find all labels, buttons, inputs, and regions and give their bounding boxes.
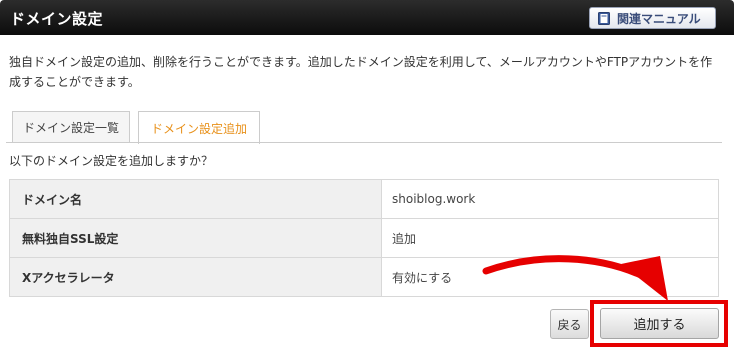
- row-value: shoiblog.work: [381, 179, 719, 219]
- row-key: Xアクセラレータ: [9, 257, 382, 297]
- row-key: ドメイン名: [9, 179, 382, 219]
- row-value: 有効にする: [381, 257, 719, 297]
- table-row: Xアクセラレータ 有効にする: [9, 257, 719, 297]
- add-button[interactable]: 追加する: [600, 308, 719, 339]
- page-header: ドメイン設定 関連マニュアル: [0, 0, 734, 35]
- tab-domain-add[interactable]: ドメイン設定追加: [138, 111, 260, 144]
- row-key: 無料独自SSL設定: [9, 218, 382, 258]
- related-manual-label: 関連マニュアル: [617, 11, 701, 26]
- related-manual-button[interactable]: 関連マニュアル: [589, 7, 716, 29]
- page-title: ドメイン設定: [10, 10, 104, 28]
- tab-domain-list[interactable]: ドメイン設定一覧: [12, 111, 130, 143]
- row-value: 追加: [381, 218, 719, 258]
- table-row: ドメイン名 shoiblog.work: [9, 179, 719, 219]
- back-button[interactable]: 戻る: [550, 309, 589, 339]
- confirm-question: 以下のドメイン設定を追加しますか？: [9, 154, 214, 168]
- table-row: 無料独自SSL設定 追加: [9, 218, 719, 258]
- settings-table: ドメイン名 shoiblog.work 無料独自SSL設定 追加 Xアクセラレー…: [9, 179, 719, 297]
- tab-divider: [6, 142, 722, 143]
- page-description: 独自ドメイン設定の追加、削除を行うことができます。追加したドメイン設定を利用して…: [9, 55, 713, 89]
- book-icon: [598, 11, 610, 25]
